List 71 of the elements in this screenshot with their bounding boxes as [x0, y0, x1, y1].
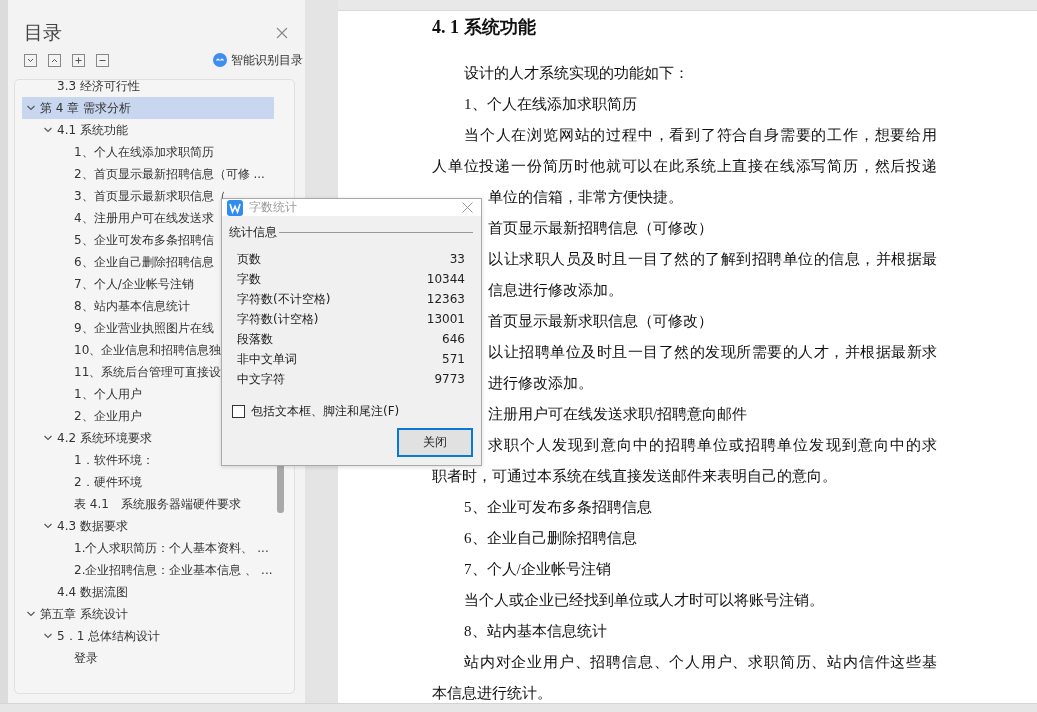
stat-value: 13001	[426, 311, 465, 328]
toc-item[interactable]: 5．1 总体结构设计	[22, 625, 274, 647]
smart-toc-button[interactable]: 智能识别目录	[213, 51, 303, 69]
panel-title: 目录	[24, 20, 62, 45]
paragraph-line: 首页显示最新求职信息（可修改）	[488, 312, 714, 331]
toc-item[interactable]: 1.个人求职简历：个人基本资料、 ...	[22, 537, 274, 559]
stat-label: 字符数(不计空格)	[237, 291, 331, 308]
paragraph-line: 首页显示最新招聘信息（可修改）	[488, 219, 714, 238]
paragraph-line: 进行修改添加。	[488, 374, 594, 393]
expand-all-icon[interactable]	[24, 53, 37, 67]
checkbox-label: 包括文本框、脚注和尾注(F)	[251, 403, 400, 420]
checkbox[interactable]	[232, 405, 245, 418]
stat-value: 646	[442, 331, 465, 348]
paragraph-line: 5、企业可发布多条招聘信息	[463, 498, 653, 517]
paragraph-line: 站内对企业用户、招聘信息、个人用户、求职简历、站内信件这些基	[463, 653, 937, 672]
plus-icon[interactable]	[72, 53, 85, 67]
paragraph-line: 以让求职人员及时且一目了然的了解到招聘单位的信息，并根据最	[488, 250, 937, 269]
close-icon[interactable]	[276, 27, 288, 39]
minus-icon[interactable]	[96, 53, 109, 67]
paragraph-line: 职者时，可通过本系统在线直接发送邮件来表明自己的意向。	[432, 467, 838, 486]
toc-item[interactable]: 第 4 章 需求分析	[22, 97, 274, 119]
group-label: 统计信息	[229, 224, 277, 241]
toc-item[interactable]: 4.2 系统环境要求	[22, 427, 274, 449]
section-heading: 4. 1 系统功能	[432, 16, 537, 39]
chevron-icon[interactable]	[43, 631, 53, 641]
dialog-title: 字数统计	[249, 199, 297, 216]
chevron-icon[interactable]	[43, 125, 53, 135]
paragraph-line: 单位的信箱，非常方便快捷。	[488, 188, 684, 207]
robot-icon	[213, 53, 227, 67]
stat-label: 非中文单词	[237, 351, 297, 368]
paragraph-line: 信息进行修改添加。	[488, 281, 624, 300]
paragraph-line: 注册用户可在线发送求职/招聘意向邮件	[488, 405, 749, 424]
toc-item[interactable]: 2．硬件环境	[22, 471, 274, 493]
paragraph-line: 1、个人在线添加求职简历	[463, 95, 638, 114]
toc-item[interactable]: 表 4.1 系统服务器端硬件要求	[22, 493, 274, 515]
toc-item[interactable]: 登录	[22, 647, 274, 669]
toc-item[interactable]: 1、个人在线添加求职简历	[22, 141, 274, 163]
paragraph-line: 以让招聘单位及时且一目了然的发现所需要的人才，并根据最新求	[488, 343, 937, 362]
toc-item[interactable]: 2、首页显示最新招聘信息（可修 ...	[22, 163, 274, 185]
chevron-icon[interactable]	[26, 609, 36, 619]
paragraph-line: 7、个人/企业帐号注销	[463, 560, 612, 579]
paragraph-line: 8、站内基本信息统计	[463, 622, 608, 641]
stat-value: 12363	[426, 291, 465, 308]
toc-item[interactable]: 4.1 系统功能	[22, 119, 274, 141]
paragraph-line: 设计的人才系统实现的功能如下：	[463, 64, 690, 83]
toc-item[interactable]: 2.企业招聘信息：企业基本信息 、 ...	[22, 559, 274, 581]
chevron-icon[interactable]	[43, 433, 53, 443]
stat-label: 页数	[237, 251, 261, 268]
toc-item[interactable]: 4.4 数据流图	[22, 581, 274, 603]
stat-value: 571	[442, 351, 465, 368]
close-icon[interactable]	[462, 202, 473, 213]
stat-value: 33	[449, 251, 465, 268]
paragraph-line: 6、企业自己删除招聘信息	[463, 529, 638, 548]
stat-label: 字数	[237, 271, 261, 288]
chevron-icon[interactable]	[43, 521, 53, 531]
toc-item[interactable]: 4.3 数据要求	[22, 515, 274, 537]
paragraph-line: 求职个人发现到意向中的招聘单位或招聘单位发现到意向中的求	[488, 436, 937, 455]
stat-label: 字符数(计空格)	[237, 311, 319, 328]
paragraph-line: 当个人在浏览网站的过程中，看到了符合自身需要的工作，想要给用	[463, 126, 937, 145]
toc-item[interactable]: 3.3 经济可行性	[22, 80, 274, 97]
stat-value: 10344	[426, 271, 465, 288]
stat-label: 段落数	[237, 331, 273, 348]
collapse-all-icon[interactable]	[48, 53, 61, 67]
chevron-icon[interactable]	[26, 103, 36, 113]
paragraph-line: 人单位投递一份简历时他就可以在此系统上直接在线添写简历，然后投递	[432, 157, 937, 176]
stat-label: 中文字符	[237, 371, 285, 388]
paragraph-line: 本信息进行统计。	[432, 684, 553, 703]
stat-value: 9773	[434, 371, 465, 388]
toc-item[interactable]: 第五章 系统设计	[22, 603, 274, 625]
close-button[interactable]: 关闭	[397, 428, 473, 457]
paragraph-line: 当个人或企业已经找到单位或人才时可以将账号注销。	[463, 591, 825, 610]
